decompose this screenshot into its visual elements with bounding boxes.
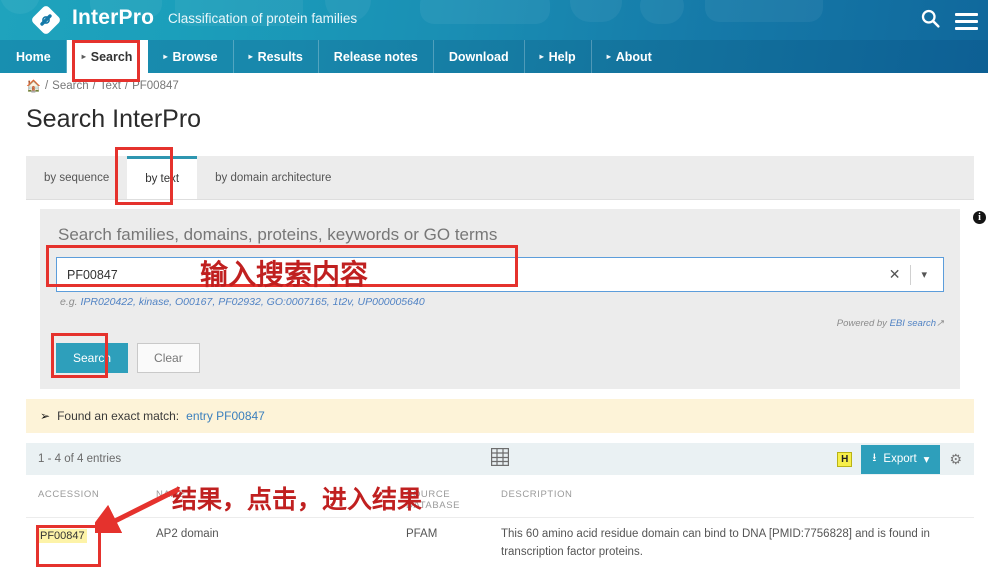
header-decoration: [570, 0, 622, 22]
brand-title[interactable]: InterPro: [72, 6, 154, 30]
search-panel-heading: Search families, domains, proteins, keyw…: [58, 225, 498, 244]
header-decoration: [705, 0, 823, 22]
site-header: InterPro Classification of protein famil…: [0, 0, 994, 40]
nav-item-search[interactable]: ▸ Search: [66, 40, 149, 73]
header-decoration: [420, 0, 550, 24]
nav-label: Browse: [172, 49, 218, 64]
table-row[interactable]: PF00847 AP2 domain PFAM This 60 amino ac…: [26, 517, 974, 572]
breadcrumb-separator: /: [124, 80, 129, 92]
caret-right-icon: ▸: [81, 52, 86, 61]
tab-by-text[interactable]: by text: [127, 156, 198, 199]
exact-match-alert: ➢ Found an exact match: entry PF00847: [26, 399, 974, 433]
search-mode-tabs: by sequence by text by domain architectu…: [26, 156, 974, 199]
cell-source-database: PFAM: [406, 528, 438, 540]
caret-down-icon: ▾: [923, 454, 930, 466]
nav-label: About: [615, 49, 652, 64]
download-icon: ⭳: [872, 451, 877, 464]
search-hint: e.g. IPR020422, kinase, O00167, PF02932,…: [60, 296, 944, 308]
chevron-down-icon[interactable]: ▾: [911, 268, 935, 281]
nav-label: Search: [90, 49, 133, 64]
nav-item-results[interactable]: ▸ Results: [234, 40, 319, 73]
nav-label: Release notes: [333, 49, 418, 64]
highlight-badge[interactable]: H: [837, 451, 853, 467]
search-button[interactable]: Search: [56, 343, 129, 373]
tab-by-sequence[interactable]: by sequence: [26, 156, 127, 199]
clear-button[interactable]: Clear: [137, 343, 200, 373]
tab-label: by domain architecture: [215, 171, 332, 184]
column-header-name[interactable]: NAME: [156, 489, 406, 511]
alert-text: Found an exact match:: [57, 409, 180, 423]
search-panel-inner: Search families, domains, proteins, keyw…: [40, 209, 986, 389]
search-input[interactable]: PF00847 ✕ ▾: [56, 257, 944, 292]
cell-description: This 60 amino acid residue domain can bi…: [501, 528, 930, 558]
arrow-circle-right-icon: ➢: [40, 409, 51, 423]
breadcrumb-separator: /: [44, 80, 49, 92]
export-label: Export: [883, 453, 917, 465]
powered-by: Powered by EBI search↗: [56, 318, 944, 329]
tab-by-domain-architecture[interactable]: by domain architecture: [197, 156, 349, 199]
search-hint-prefix: e.g.: [60, 296, 81, 308]
search-hint-examples: IPR020422, kinase, O00167, PF02932, GO:0…: [80, 296, 425, 308]
nav-label: Help: [548, 49, 576, 64]
cell-accession: PF00847: [38, 526, 156, 544]
nav-item-home[interactable]: Home: [0, 40, 67, 73]
breadcrumb-item-text[interactable]: Text: [100, 80, 121, 92]
brand-tagline: Classification of protein families: [168, 11, 358, 26]
hamburger-menu-icon[interactable]: [955, 9, 978, 34]
powered-by-prefix: Powered by: [836, 318, 890, 329]
nav-item-download[interactable]: Download: [434, 40, 525, 73]
search-input-row: PF00847 ✕ ▾ e.g. IPR020422, kinase, O001…: [56, 257, 944, 329]
ebi-search-link[interactable]: EBI search: [890, 318, 936, 329]
breadcrumb-item-search[interactable]: Search: [52, 80, 88, 92]
breadcrumb-item-accession: PF00847: [132, 80, 179, 92]
table-header-row: ACCESSION NAME SOURCE DATABASE DESCRIPTI…: [26, 475, 974, 517]
breadcrumb: 🏠 / Search / Text / PF00847: [0, 73, 994, 97]
header-decoration: [640, 0, 684, 24]
results-toolbar: 1 - 4 of 4 entries H ⭳ Export ▾ ⚙: [26, 443, 974, 475]
interpro-diamond-logo[interactable]: [30, 4, 62, 36]
info-icon[interactable]: i: [973, 211, 986, 224]
accession-link[interactable]: PF00847: [38, 529, 87, 543]
search-actions: Search Clear: [56, 343, 944, 373]
nav-item-about[interactable]: ▸ About: [592, 40, 667, 73]
external-link-icon: ↗: [936, 318, 944, 329]
export-button[interactable]: ⭳ Export ▾: [861, 444, 941, 474]
column-header-source-database[interactable]: SOURCE DATABASE: [406, 489, 501, 511]
nav-label: Home: [16, 49, 51, 64]
header-actions: [920, 8, 978, 34]
results-table: ACCESSION NAME SOURCE DATABASE DESCRIPTI…: [26, 475, 974, 572]
nav-item-help[interactable]: ▸ Help: [525, 40, 592, 73]
nav-item-browse[interactable]: ▸ Browse: [148, 40, 234, 73]
main-navigation: Home ▸ Search ▸ Browse ▸ Results Release…: [0, 40, 994, 73]
gear-icon[interactable]: ⚙: [949, 451, 962, 468]
home-icon[interactable]: 🏠: [26, 79, 41, 93]
column-header-source-line2: DATABASE: [406, 500, 461, 511]
grid-view-icon[interactable]: [490, 447, 510, 471]
search-input-value[interactable]: PF00847: [67, 268, 879, 282]
tab-label: by sequence: [44, 171, 110, 184]
page-right-gutter: [988, 0, 994, 574]
caret-right-icon: ▸: [248, 52, 253, 61]
caret-right-icon: ▸: [606, 52, 611, 61]
alert-entry-link[interactable]: entry PF00847: [186, 409, 265, 423]
page-title: Search InterPro: [26, 105, 202, 133]
cell-name: AP2 domain: [156, 528, 219, 540]
column-header-accession[interactable]: ACCESSION: [38, 489, 156, 511]
nav-label: Download: [448, 49, 509, 64]
search-panel: Search families, domains, proteins, keyw…: [26, 199, 986, 389]
column-header-source-line1: SOURCE: [406, 489, 451, 500]
results-count: 1 - 4 of 4 entries: [38, 453, 122, 465]
caret-right-icon: ▸: [163, 52, 168, 61]
caret-right-icon: ▸: [539, 52, 544, 61]
breadcrumb-separator: /: [92, 80, 96, 92]
clear-x-icon[interactable]: ✕: [879, 266, 911, 283]
tab-label: by text: [145, 173, 180, 185]
results-toolbar-actions: H ⭳ Export ▾ ⚙: [837, 444, 962, 474]
nav-label: Results: [257, 49, 303, 64]
column-header-description[interactable]: DESCRIPTION: [501, 489, 962, 511]
nav-item-release-notes[interactable]: Release notes: [319, 40, 434, 73]
search-icon[interactable]: [920, 8, 941, 34]
